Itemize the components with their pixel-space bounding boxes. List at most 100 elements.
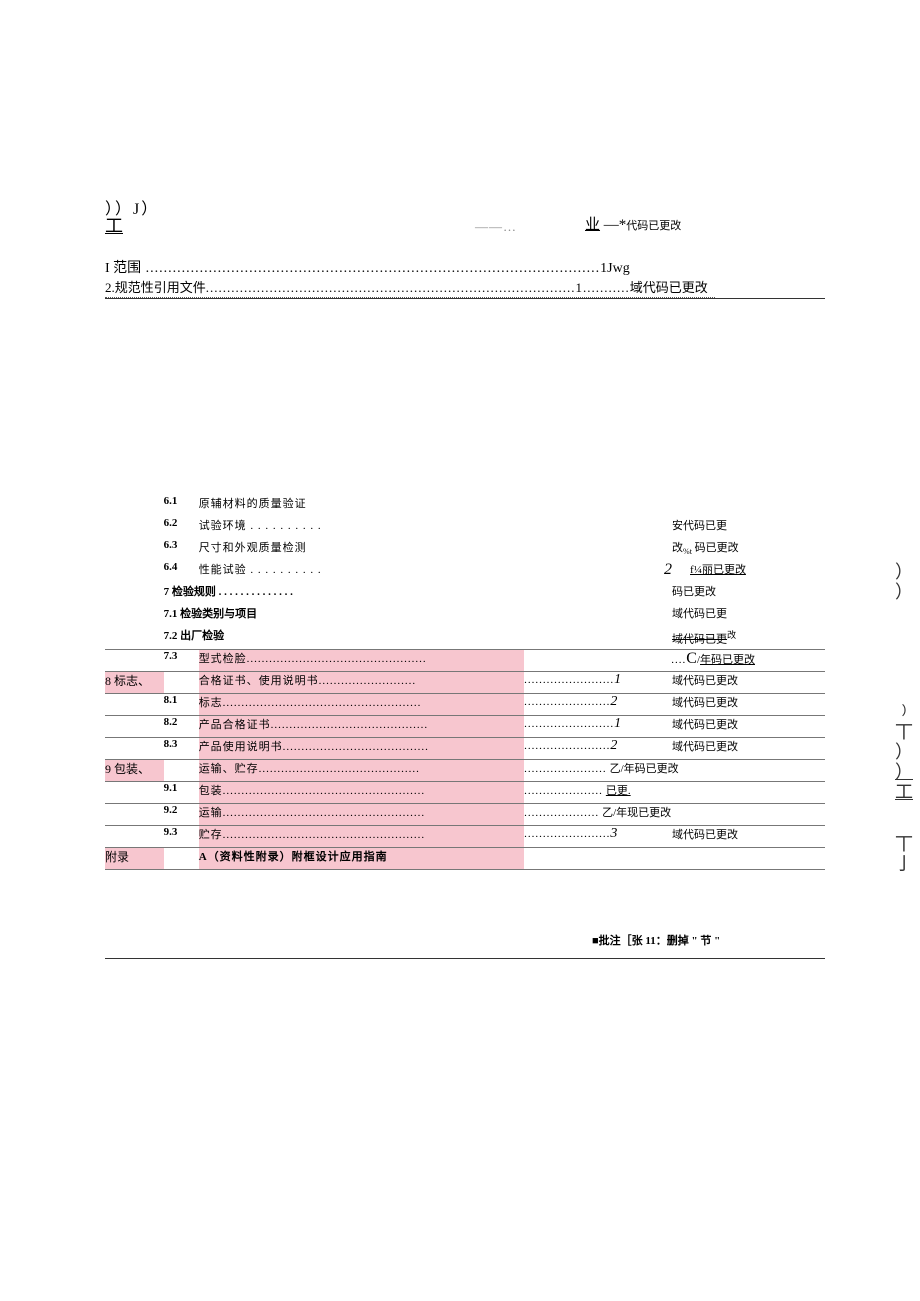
row-right: 域代码已更 (672, 605, 825, 627)
toc-line-2: 2.规范性引用文件...............................… (105, 277, 825, 299)
row-left (105, 495, 164, 517)
row-left (105, 825, 164, 847)
row-mid: .......................3 (524, 825, 672, 847)
row-mid (524, 847, 672, 869)
toc-row: 7.2 出厂检验 域代码已更改 (105, 627, 825, 649)
row-title: 包装......................................… (199, 781, 524, 803)
row-mid-right: ...................... 乙/年码已更改 (524, 759, 825, 781)
row-mid (524, 517, 672, 539)
row-mid: 2 (524, 561, 672, 583)
toc-table: 6.1原辅材料的质量验证6.2试验环境 . . . . . . . . . . 安… (105, 495, 825, 870)
top-dashes: ——… (475, 219, 517, 235)
row-mid: ........................1 (524, 715, 672, 737)
row-title: 运输......................................… (199, 803, 524, 825)
row-right: 域代码已更改 (672, 671, 825, 693)
row-num: 8.3 (164, 737, 199, 759)
row-mid-right: .................... 乙/年现已更改 (524, 803, 825, 825)
row-mid (524, 583, 672, 605)
row-left: 8 标志、 (105, 671, 164, 693)
row-title: 试验环境 . . . . . . . . . . (199, 517, 524, 539)
row-title: 运输、贮存...................................… (199, 759, 524, 781)
toc2-note: 域代码已更改 (630, 280, 708, 295)
row-title: A（资料性附录）附框设计应用指南 (199, 847, 524, 869)
row-num: 6.4 (164, 561, 199, 583)
toc-row: 附录 A（资料性附录）附框设计应用指南 (105, 847, 825, 869)
edge-glyph: ） (895, 578, 913, 604)
row-left (105, 715, 164, 737)
row-title: 贮存......................................… (199, 825, 524, 847)
row-mid: ........................1 (524, 671, 672, 693)
toc-row: 6.4性能试验 . . . . . . . . . .2f¼丽已更改 (105, 561, 825, 583)
ye-dash: —* (600, 217, 626, 233)
bottom-rule (105, 958, 825, 959)
toc-row: 9.1包装...................................… (105, 781, 825, 803)
row-left (105, 649, 164, 671)
toc-row: 9 包装、 运输、贮存..............................… (105, 759, 825, 781)
row-title: 原辅材料的质量验证 (199, 495, 524, 517)
row-title: 7.1 检验类别与项目 (164, 605, 525, 627)
row-mid-right: ..................... 已更. (524, 781, 825, 803)
row-title: 标志......................................… (199, 693, 524, 715)
toc2-label: 2.规范性引用文件 (105, 280, 206, 295)
row-left (105, 539, 164, 561)
dotted-rule (105, 297, 715, 298)
row-title: 7.2 出厂检验 (164, 627, 525, 649)
toc-line-1: I 范围 ...................................… (105, 257, 825, 277)
row-title: 尺寸和外观质量检测 (199, 539, 524, 561)
edge-glyph: 工 (895, 778, 913, 804)
toc-row: 8.1标志...................................… (105, 693, 825, 715)
row-right: 安代码已更 (672, 517, 825, 539)
row-title: 合格证书、使用说明书.......................... (199, 671, 524, 693)
row-right: f¼丽已更改 (672, 561, 825, 583)
row-mid-right: ....C/年码已更改 (524, 649, 825, 671)
row-title: 性能试验 . . . . . . . . . . (199, 561, 524, 583)
row-title: 产品使用说明书.................................… (199, 737, 524, 759)
row-left: 附录 (105, 847, 164, 869)
row-left (105, 561, 164, 583)
toc-row: 7.1 检验类别与项目 域代码已更 (105, 605, 825, 627)
toc-row: 6.1原辅材料的质量验证 (105, 495, 825, 517)
row-right: 域代码已更改 (672, 715, 825, 737)
row-left (105, 693, 164, 715)
row-num: 8.2 (164, 715, 199, 737)
row-right: 域代码已更改 (672, 737, 825, 759)
ye-note: 业 —*代码已更改 (585, 213, 681, 234)
row-num: 6.1 (164, 495, 199, 517)
toc-row: 7 检验规则 . . . . . . . . . . . . . .码已更改 (105, 583, 825, 605)
row-num: 9.1 (164, 781, 199, 803)
toc-row: 6.3尺寸和外观质量检测 改%t 码已更改 (105, 539, 825, 561)
row-num: 6.2 (164, 517, 199, 539)
toc-row: 9.3贮存...................................… (105, 825, 825, 847)
gong-char: 工 (105, 219, 123, 233)
row-left (105, 583, 164, 605)
row-right (672, 847, 825, 869)
row-num (164, 671, 199, 693)
edge-glyph: 亅 (895, 850, 913, 876)
toc2-dots: ........................................… (206, 280, 630, 295)
row-num (164, 847, 199, 869)
row-left (105, 517, 164, 539)
toc-row: 8.3产品使用说明书..............................… (105, 737, 825, 759)
row-mid (524, 539, 672, 561)
row-left: 9 包装、 (105, 759, 164, 781)
row-left (105, 627, 164, 649)
row-num: 6.3 (164, 539, 199, 561)
top-block: ））J） 工 ——… 业 —*代码已更改 (105, 195, 825, 237)
toc-row: 6.2试验环境 . . . . . . . . . . 安代码已更 (105, 517, 825, 539)
row-left (105, 781, 164, 803)
row-mid: .......................2 (524, 693, 672, 715)
toc-row: 9.2运输...................................… (105, 803, 825, 825)
top-jj: ））J） (105, 195, 825, 219)
row-num: 9.2 (164, 803, 199, 825)
row-left (105, 803, 164, 825)
row-num: 8.1 (164, 693, 199, 715)
ye-underline: 业 (585, 217, 600, 233)
toc-row: 7.3型式检脸.................................… (105, 649, 825, 671)
row-right: 域代码已更改 (672, 627, 825, 649)
toc-row: 8.2产品合格证书...............................… (105, 715, 825, 737)
row-right: 改%t 码已更改 (672, 539, 825, 561)
row-right (672, 495, 825, 517)
row-mid (524, 495, 672, 517)
row-num (164, 759, 199, 781)
toc1-dots: ........................................… (141, 261, 600, 276)
